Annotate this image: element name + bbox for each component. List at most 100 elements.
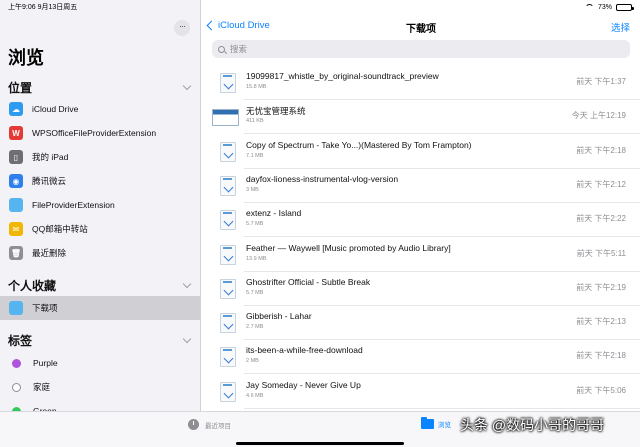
audio-file-icon: [220, 313, 236, 334]
folder-icon: [421, 417, 434, 429]
sidebar-item[interactable]: FileProviderExtension: [0, 193, 200, 217]
tags-header-label: 标签: [8, 334, 33, 348]
sidebar-item-label: QQ邮箱中转站: [32, 224, 88, 234]
file-date: 前天 下午2:19: [576, 282, 626, 292]
file-size: 13.9 MB: [246, 255, 267, 262]
file-row[interactable]: Jay Someday - Never Give Up 4.6 MB 前天 下午5:…: [216, 375, 640, 409]
file-name: Ghostrifter Official - Subtle Break: [246, 276, 371, 287]
tag-item[interactable]: Purple: [0, 351, 200, 375]
more-options-button[interactable]: ···: [174, 20, 190, 36]
sidebar-item-label: 腾讯微云: [32, 176, 67, 186]
sidebar: ··· 浏览 位置 ☁ iCloud Drive W WPSOfficeFilePro…: [0, 0, 201, 411]
audio-file-icon: [220, 175, 236, 196]
icloud-icon: ☁: [9, 102, 23, 116]
file-row[interactable]: Gibberish - Lahar 2.7 MB 前天 下午2:13: [216, 306, 640, 341]
sidebar-item[interactable]: ▯ 我的 iPad: [0, 145, 200, 169]
tag-label: Purple: [33, 358, 58, 368]
select-button[interactable]: 选择: [611, 20, 630, 34]
locations-header-label: 位置: [8, 81, 33, 95]
tab-browse-label: 浏览: [438, 422, 451, 429]
audio-file-icon: [220, 278, 236, 299]
file-row[interactable]: its-been-a-while-free-download 2 MB 前天 下午2…: [216, 340, 640, 375]
file-name: dayfox-lioness-instrumental-vlog-version: [246, 173, 399, 184]
document-thumbnail-icon: [212, 109, 239, 127]
sidebar-item[interactable]: ☁ iCloud Drive: [0, 97, 200, 121]
wifi-icon: [584, 4, 594, 10]
file-size: 5.7 MB: [246, 221, 264, 228]
tags-section-header[interactable]: 标签: [8, 332, 192, 349]
tag-item[interactable]: 家庭: [0, 375, 200, 399]
tab-recents[interactable]: 最近项目: [188, 419, 231, 430]
clock-icon: [188, 419, 199, 430]
sidebar-title: 浏览: [8, 48, 44, 68]
file-size: 3 MB: [246, 186, 259, 193]
chevron-down-icon: [182, 334, 192, 344]
wps-icon: W: [9, 126, 23, 140]
file-size: 5.7 MB: [246, 289, 264, 296]
file-date: 前天 下午2:22: [576, 214, 626, 224]
favorites-header-label: 个人收藏: [8, 279, 57, 293]
file-row[interactable]: Ghostrifter Official - Subtle Break 5.7 M…: [216, 272, 640, 306]
file-date: 前天 下午2:13: [576, 317, 626, 327]
weiyun-icon: ◉: [9, 174, 23, 188]
sidebar-item-label: 下载项: [32, 303, 58, 313]
file-size: 7.1 MB: [246, 152, 264, 159]
page-title: 下载项: [406, 24, 436, 35]
status-time-date: 上午9:06 9月13日周五: [8, 4, 78, 11]
file-date: 前天 下午5:11: [576, 248, 626, 258]
search-icon: [218, 45, 225, 53]
main-pane: iCloud Drive 下载项 选择 搜索 19099817_whistle_…: [202, 0, 640, 411]
file-name: Gibberish - Lahar: [246, 311, 312, 322]
sidebar-item-label: iCloud Drive: [32, 104, 79, 114]
file-date: 前天 下午5:06: [576, 385, 626, 395]
file-size: 2 MB: [246, 358, 259, 365]
file-row[interactable]: extenz - Island 5.7 MB 前天 下午2:22: [216, 203, 640, 238]
sidebar-item[interactable]: 下载项: [0, 296, 200, 320]
file-row[interactable]: 19099817_whistle_by_original-soundtrack_…: [216, 66, 640, 100]
file-row[interactable]: Feather — Waywell [Music promoted by Aud…: [216, 238, 640, 272]
sidebar-item-label: 最近删除: [32, 248, 67, 258]
file-name: Jay Someday - Never Give Up: [246, 379, 361, 390]
audio-file-icon: [220, 347, 236, 368]
file-date: 前天 下午2:12: [576, 179, 626, 189]
tab-browse[interactable]: 浏览: [421, 417, 451, 429]
file-row[interactable]: dayfox-lioness-instrumental-vlog-version…: [216, 169, 640, 203]
sidebar-item[interactable]: ✉ QQ邮箱中转站: [0, 217, 200, 241]
sidebar-item[interactable]: W WPSOfficeFileProviderExtension: [0, 121, 200, 145]
file-name: Feather — Waywell [Music promoted by Aud…: [246, 242, 451, 253]
status-indicators: 73%: [584, 3, 634, 11]
watermark-text: 头条 @数码小哥的哥哥: [460, 417, 605, 433]
battery-percent: 73%: [597, 3, 612, 11]
folder-icon: [9, 198, 23, 212]
ipad-icon: ▯: [9, 150, 23, 164]
navigation-bar: iCloud Drive 下载项 选择: [202, 14, 640, 38]
sidebar-item-label: FileProviderExtension: [32, 200, 115, 210]
tag-color-dot: [12, 382, 21, 392]
chevron-down-icon: [182, 81, 192, 91]
home-indicator[interactable]: [236, 442, 404, 445]
file-row[interactable]: Copy of Spectrum - Take Yo...)(Mastered …: [216, 135, 640, 169]
file-size: 15.8 MB: [246, 84, 267, 90]
audio-file-icon: [220, 381, 236, 402]
qqmail-icon: ✉: [9, 222, 23, 236]
file-name: extenz - Island: [246, 208, 302, 219]
tag-item[interactable]: Green: [0, 399, 200, 411]
trash-icon: 🗑: [9, 246, 23, 260]
file-date: 前天 下午2:18: [576, 145, 626, 155]
locations-section-header[interactable]: 位置: [8, 79, 192, 96]
file-row[interactable]: 无忧宝管理系统 411 KB 今天 上午12:19: [212, 100, 640, 135]
file-name: Copy of Spectrum - Take Yo...)(Mastered …: [246, 139, 472, 150]
file-date: 今天 上午12:19: [571, 111, 626, 121]
sidebar-item-label: WPSOfficeFileProviderExtension: [32, 128, 157, 138]
downloads-folder-icon: [9, 301, 23, 315]
search-input[interactable]: 搜索: [212, 40, 630, 58]
file-name: its-been-a-while-free-download: [246, 345, 363, 356]
audio-file-icon: [220, 210, 236, 231]
audio-file-icon: [220, 73, 236, 93]
favorites-section-header[interactable]: 个人收藏: [8, 277, 192, 294]
sidebar-item[interactable]: 🗑 最近删除: [0, 241, 200, 265]
sidebar-item[interactable]: ◉ 腾讯微云: [0, 169, 200, 193]
file-date: 前天 下午1:37: [576, 77, 626, 86]
audio-file-icon: [220, 244, 236, 265]
battery-icon: [616, 3, 634, 11]
